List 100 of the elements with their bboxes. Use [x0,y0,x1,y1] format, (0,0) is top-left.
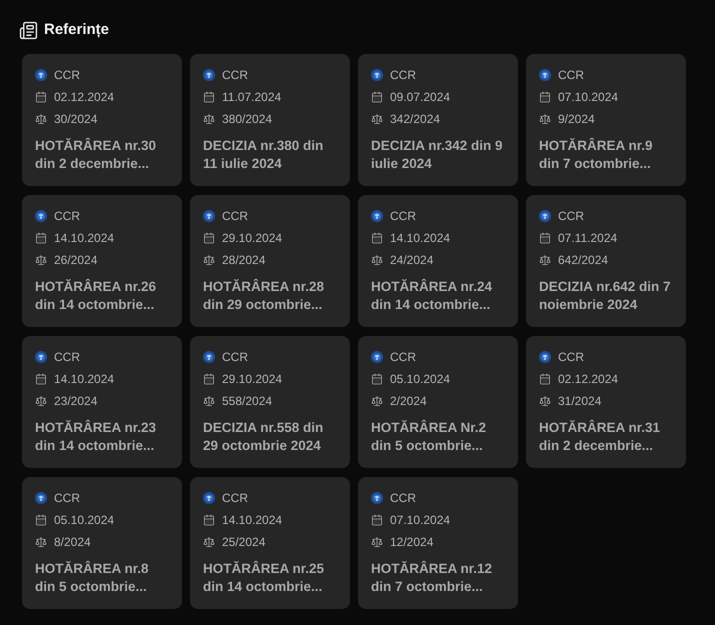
reference-card[interactable]: CCR 07.10.2024 9/2024 HOTĂRÂREA nr.9 din 7 octombrie... [526,54,686,186]
calendar-icon [35,372,47,384]
number-label: 12/2024 [390,534,434,550]
section-title: Referințe [44,20,110,40]
number-label: 23/2024 [54,392,98,410]
reference-card[interactable]: CCR 14.10.2024 23/2024 HOTĂRÂREA nr.23 din 14 octombrie... [22,336,182,468]
number-label: 31/2024 [558,392,602,410]
card-heading: HOTĂRÂREA nr.25 din 14 octombrie... [203,560,326,596]
date-label: 14.10.2024 [222,512,282,528]
card-heading: DECIZIA nr.380 din 11 iulie 2024 [203,136,324,172]
number-label: 25/2024 [222,534,266,550]
reference-card[interactable]: CCR 05.10.2024 2/2024 HOTĂRÂREA Nr.2 din 5 octombrie... [358,336,518,468]
card-heading: DECIZIA nr.558 din 29 octombrie 2024 [203,418,324,454]
newspaper-icon [19,20,38,40]
calendar-icon [371,232,383,244]
card-heading: HOTĂRÂREA nr.26 din 14 octombrie... [35,278,158,314]
scale-icon [371,112,383,124]
calendar-icon [539,90,551,102]
date-label: 09.07.2024 [390,88,450,106]
date-label: 14.10.2024 [54,370,114,388]
calendar-icon [35,232,47,244]
emblem-icon [539,210,551,222]
number-label: 2/2024 [390,392,427,410]
source-label: CCR [558,208,584,224]
card-heading: HOTĂRÂREA nr.28 din 29 octombrie... [203,278,326,314]
source-label: CCR [54,490,80,506]
source-label: CCR [222,208,248,224]
scale-icon [203,112,215,124]
calendar-icon [203,372,215,384]
emblem-icon [35,68,47,80]
calendar-icon [371,90,383,102]
number-label: 558/2024 [222,392,272,410]
calendar-icon [35,90,47,102]
scale-icon [539,112,551,124]
reference-card[interactable]: CCR 09.07.2024 342/2024 DECIZIA nr.342 din 9 iulie 2024 [358,54,518,186]
calendar-icon [539,372,551,384]
emblem-icon [203,492,215,504]
emblem-icon [35,210,47,222]
calendar-icon [203,90,215,102]
source-label: CCR [222,490,248,506]
scale-icon [35,112,47,124]
card-heading: HOTĂRÂREA Nr.2 din 5 octombrie... [371,418,488,454]
reference-card[interactable]: CCR 07.11.2024 642/2024 DECIZIA nr.642 din 7 noiembrie 2024 [526,194,686,326]
reference-card[interactable]: CCR 07.10.2024 12/2024 HOTĂRÂREA nr.12 din 7 octombrie... [358,476,518,608]
reference-card[interactable]: CCR 05.10.2024 8/2024 HOTĂRÂREA nr.8 din 5 octombrie... [22,476,182,608]
reference-card[interactable]: CCR 29.10.2024 28/2024 HOTĂRÂREA nr.28 din 29 octombrie... [190,194,350,326]
scale-icon [539,254,551,266]
scale-icon [539,394,551,406]
source-label: CCR [390,208,416,224]
card-heading: HOTĂRÂREA nr.31 din 2 decembrie... [539,418,662,454]
card-heading: HOTĂRÂREA nr.24 din 14 octombrie... [371,278,494,314]
emblem-icon [371,210,383,222]
number-label: 9/2024 [558,110,595,128]
scale-icon [35,394,47,406]
number-label: 28/2024 [222,252,266,268]
reference-card[interactable]: CCR 02.12.2024 31/2024 HOTĂRÂREA nr.31 din 2 decembrie... [526,336,686,468]
number-label: 642/2024 [558,252,608,268]
source-label: CCR [390,66,416,84]
card-heading: HOTĂRÂREA nr.8 din 5 octombrie... [35,560,150,596]
reference-card[interactable]: CCR 14.10.2024 25/2024 HOTĂRÂREA nr.25 din 14 octombrie... [190,476,350,608]
card-heading: HOTĂRÂREA nr.9 din 7 octombrie... [539,136,654,172]
card-heading: DECIZIA nr.342 din 9 iulie 2024 [371,136,504,172]
scale-icon [203,254,215,266]
reference-card[interactable]: CCR 02.12.2024 30/2024 HOTĂRÂREA nr.30 din 2 decembrie... [22,54,182,186]
date-label: 07.10.2024 [558,88,618,106]
reference-card[interactable]: CCR 14.10.2024 24/2024 HOTĂRÂREA nr.24 din 14 octombrie... [358,194,518,326]
reference-card[interactable]: CCR 29.10.2024 558/2024 DECIZIA nr.558 din 29 octombrie 2024 [190,336,350,468]
emblem-icon [539,350,551,362]
date-label: 11.07.2024 [222,88,282,106]
emblem-icon [539,68,551,80]
calendar-icon [539,232,551,244]
calendar-icon [203,514,215,526]
scale-icon [371,254,383,266]
number-label: 26/2024 [54,252,98,268]
scale-icon [203,394,215,406]
date-label: 29.10.2024 [222,230,282,246]
date-label: 07.11.2024 [558,230,618,246]
scale-icon [371,394,383,406]
scale-icon [371,536,383,548]
source-label: CCR [390,348,416,366]
reference-card[interactable]: CCR 11.07.2024 380/2024 DECIZIA nr.380 din 11 iulie 2024 [190,54,350,186]
scale-icon [203,536,215,548]
emblem-icon [371,68,383,80]
calendar-icon [203,232,215,244]
source-label: CCR [54,66,80,84]
source-label: CCR [558,66,584,84]
calendar-icon [35,514,47,526]
card-heading: HOTĂRÂREA nr.23 din 14 octombrie... [35,418,158,454]
number-label: 8/2024 [54,534,91,550]
card-heading: HOTĂRÂREA nr.12 din 7 octombrie... [371,560,494,596]
date-label: 02.12.2024 [54,88,114,106]
source-label: CCR [54,208,80,224]
emblem-icon [35,350,47,362]
number-label: 380/2024 [222,110,272,128]
date-label: 05.10.2024 [390,370,450,388]
reference-card[interactable]: CCR 14.10.2024 26/2024 HOTĂRÂREA nr.26 din 14 octombrie... [22,194,182,326]
source-label: CCR [390,490,416,506]
calendar-icon [371,372,383,384]
emblem-icon [35,492,47,504]
source-label: CCR [222,66,248,84]
